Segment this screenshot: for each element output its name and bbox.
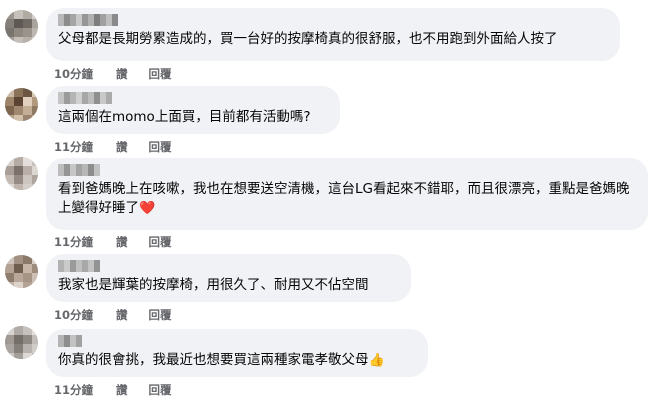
- comment-actions: 11分鐘 讚 回覆: [54, 234, 189, 250]
- comment-actions: 11分鐘 讚 回覆: [54, 382, 189, 398]
- comment-bubble: 父母都是長期勞累造成的，買一台好的按摩椅真的很舒服，也不用跑到外面給人按了: [46, 8, 620, 61]
- avatar[interactable]: [5, 88, 38, 121]
- comment-text: 我家也是輝葉的按摩椅，用很久了、耐用又不佔空間: [58, 277, 369, 293]
- like-button[interactable]: 讚: [116, 139, 128, 155]
- reply-button[interactable]: 回覆: [149, 382, 172, 398]
- comment-bubble: 我家也是輝葉的按摩椅，用很久了、耐用又不佔空間: [46, 254, 411, 302]
- red-heart-icon: ❤️: [139, 201, 156, 216]
- comment-bubble: 看到爸媽晚上在咳嗽，我也在想要送空清機，這台LG看起來不錯耶，而且很漂亮，重點是…: [46, 158, 648, 230]
- reply-button[interactable]: 回覆: [149, 66, 172, 82]
- avatar[interactable]: [5, 157, 38, 190]
- comment-text: 看到爸媽晚上在咳嗽，我也在想要送空清機，這台LG看起來不錯耶，而且很漂亮，重點是…: [58, 181, 630, 216]
- reply-button[interactable]: 回覆: [149, 139, 172, 155]
- comment-timestamp[interactable]: 11分鐘: [54, 382, 93, 398]
- comment-timestamp[interactable]: 10分鐘: [54, 307, 93, 323]
- comment-actions: 11分鐘 讚 回覆: [54, 139, 189, 155]
- avatar[interactable]: [5, 10, 38, 43]
- commenter-name-redacted[interactable]: [58, 164, 100, 176]
- comment-bubble: 你真的很會挑，我最近也想要買這兩種家電孝敬父母👍: [46, 329, 428, 377]
- comment-actions: 10分鐘 讚 回覆: [54, 66, 189, 82]
- comment-timestamp[interactable]: 11分鐘: [54, 234, 93, 250]
- comment-text: 這兩個在momo上面買，目前都有活動嗎?: [58, 109, 311, 125]
- commenter-name-redacted[interactable]: [58, 335, 82, 347]
- like-button[interactable]: 讚: [116, 66, 128, 82]
- like-button[interactable]: 讚: [116, 307, 128, 323]
- comment-timestamp[interactable]: 10分鐘: [54, 66, 93, 82]
- commenter-name-redacted[interactable]: [58, 260, 100, 272]
- commenter-name-redacted[interactable]: [58, 92, 112, 104]
- comment-timestamp[interactable]: 11分鐘: [54, 139, 93, 155]
- comment-text: 父母都是長期勞累造成的，買一台好的按摩椅真的很舒服，也不用跑到外面給人按了: [58, 31, 558, 47]
- commenter-name-redacted[interactable]: [58, 14, 118, 26]
- reply-button[interactable]: 回覆: [149, 307, 172, 323]
- reply-button[interactable]: 回覆: [149, 234, 172, 250]
- comment-actions: 10分鐘 讚 回覆: [54, 307, 189, 323]
- comment-bubble: 這兩個在momo上面買，目前都有活動嗎?: [46, 86, 340, 134]
- comment-text: 你真的很會挑，我最近也想要買這兩種家電孝敬父母👍: [58, 352, 385, 368]
- avatar[interactable]: [5, 255, 38, 288]
- thumbs-up-icon: 👍: [368, 353, 385, 368]
- like-button[interactable]: 讚: [116, 234, 128, 250]
- like-button[interactable]: 讚: [116, 382, 128, 398]
- avatar[interactable]: [5, 326, 38, 359]
